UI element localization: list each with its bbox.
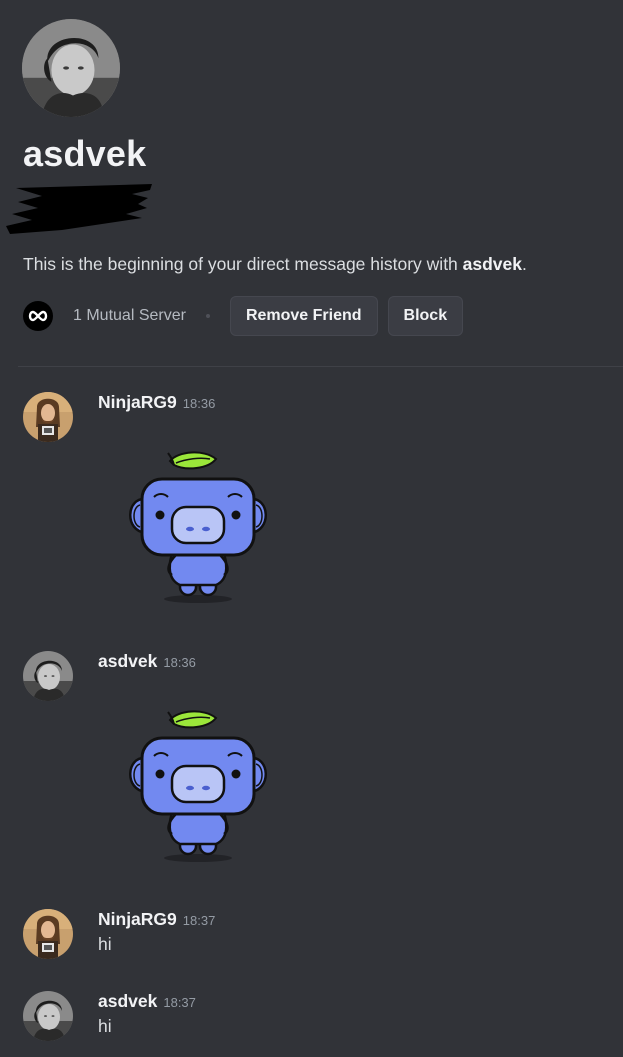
- wumpus-sticker[interactable]: [118, 706, 278, 866]
- message-timestamp: 18:36: [182, 396, 216, 411]
- message-header: asdvek 18:36: [98, 651, 196, 672]
- avatar[interactable]: [23, 909, 73, 959]
- wumpus-sticker[interactable]: [118, 447, 278, 607]
- mutual-servers-link[interactable]: 1 Mutual Server: [73, 307, 186, 325]
- message-author[interactable]: asdvek: [98, 651, 157, 671]
- redaction-scribble: [6, 184, 152, 234]
- message-timestamp: 18:37: [163, 995, 196, 1010]
- dm-intro-text: This is the beginning of your direct mes…: [23, 254, 527, 275]
- message-text: hi: [98, 934, 112, 954]
- message-header: asdvek 18:37: [98, 991, 196, 1012]
- message-text: hi: [98, 1016, 112, 1036]
- message-author[interactable]: NinjaRG9: [98, 909, 177, 929]
- message-header: NinjaRG9 18:36: [98, 392, 215, 413]
- avatar[interactable]: [23, 651, 73, 701]
- intro-username: asdvek: [462, 254, 523, 274]
- divider: [18, 366, 623, 367]
- intro-suffix: .: [522, 254, 527, 274]
- avatar[interactable]: [23, 991, 73, 1041]
- profile-actions: 1 Mutual Server Remove Friend Block: [23, 296, 464, 336]
- avatar[interactable]: [23, 392, 73, 442]
- dm-channel: asdvek This is the beginning of your dir…: [0, 0, 623, 1057]
- message-author[interactable]: asdvek: [98, 991, 157, 1011]
- remove-friend-button[interactable]: Remove Friend: [229, 296, 378, 336]
- intro-prefix: This is the beginning of your direct mes…: [23, 254, 463, 274]
- message-timestamp: 18:37: [182, 913, 216, 928]
- separator-dot: [205, 314, 210, 318]
- profile-username: asdvek: [23, 133, 147, 174]
- profile-avatar[interactable]: [22, 19, 120, 117]
- mutual-server-icon[interactable]: [23, 301, 53, 331]
- block-button[interactable]: Block: [387, 296, 464, 336]
- message-header: NinjaRG9 18:37: [98, 909, 215, 930]
- message-author[interactable]: NinjaRG9: [98, 392, 177, 412]
- message-timestamp: 18:36: [163, 655, 196, 670]
